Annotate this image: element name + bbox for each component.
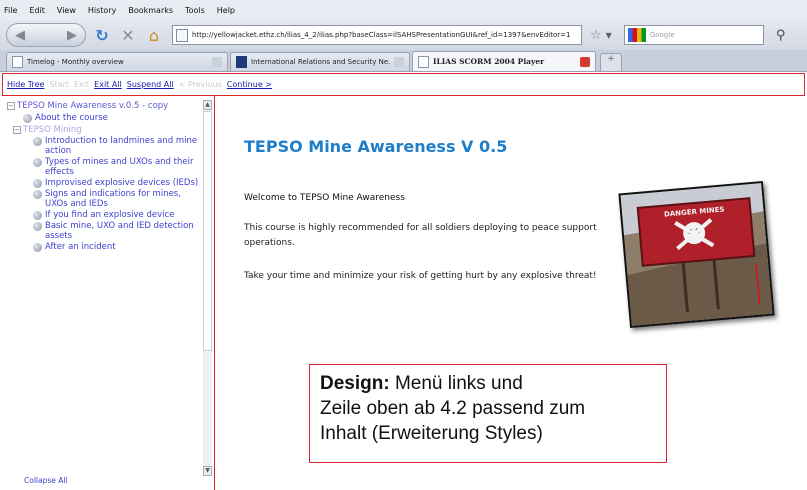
stop-icon[interactable]: ✕	[118, 26, 138, 45]
exit-all-link[interactable]: Exit All	[94, 80, 122, 89]
scroll-down-icon[interactable]: ▼	[203, 466, 212, 476]
search-placeholder: Google	[649, 31, 675, 39]
tab-timelog[interactable]: Timelog - Monthly overview	[6, 52, 228, 71]
start-link: Start	[49, 80, 69, 89]
collapse-all-link[interactable]: Collapse All	[24, 476, 68, 485]
back-arrow-icon[interactable]: ◀	[15, 28, 25, 43]
back-forward-group: ◀ ▶	[6, 23, 86, 47]
tab-page-icon	[12, 56, 23, 68]
menu-bookmarks[interactable]: Bookmarks	[128, 6, 173, 15]
google-logo-icon[interactable]	[627, 28, 646, 42]
tab-ilias-scorm[interactable]: ILIAS SCORM 2004 Player	[412, 51, 596, 71]
tree-item[interactable]: Improvised explosive devices (IEDs)	[7, 178, 202, 188]
tab-page-icon	[418, 55, 429, 68]
scroll-thumb[interactable]	[203, 111, 212, 351]
minefield-photo: DANGER MINES	[618, 180, 775, 329]
previous-link: < Previous	[178, 80, 222, 89]
url-bar[interactable]: http://yellowjacket.ethz.ch/ilias_4_2/il…	[172, 25, 582, 45]
tree-item[interactable]: After an incident	[7, 242, 202, 252]
menu-history[interactable]: History	[88, 6, 116, 15]
annotation-line-2: Zeile oben ab 4.2 passend zum	[320, 398, 586, 419]
sco-status-icon	[23, 114, 32, 123]
browser-menubar: File Edit View History Bookmarks Tools H…	[0, 0, 807, 20]
close-icon[interactable]	[394, 57, 404, 67]
tab-label: International Relations and Security Ne.…	[251, 58, 390, 66]
warning-paragraph: Take your time and minimize your risk of…	[244, 271, 597, 281]
course-tree: − TEPSO Mine Awareness v.0.5 - copy Abou…	[7, 101, 202, 252]
annotation-line-3: Inhalt (Erweiterung Styles)	[320, 423, 543, 444]
search-icon[interactable]: ⚲	[776, 28, 786, 43]
exit-link: Exit	[74, 80, 90, 89]
close-icon[interactable]	[580, 56, 590, 67]
page-icon	[176, 28, 188, 42]
annotation-label: Design:	[320, 373, 390, 394]
collapse-toggle-icon[interactable]: −	[7, 102, 15, 110]
tree-item[interactable]: Basic mine, UXO and IED detection assets	[7, 221, 202, 241]
intro-paragraph: This course is highly recommended for al…	[244, 223, 597, 248]
tree-item[interactable]: Signs and indications for mines, UXOs an…	[7, 189, 202, 209]
course-tree-pane: − TEPSO Mine Awareness v.0.5 - copy Abou…	[2, 96, 215, 490]
sco-status-icon	[33, 243, 42, 252]
home-icon[interactable]: ⌂	[144, 26, 164, 45]
menu-view[interactable]: View	[57, 6, 76, 15]
sco-status-icon	[33, 137, 42, 146]
reload-icon[interactable]: ↻	[92, 26, 112, 45]
tab-bar: Timelog - Monthly overview International…	[0, 50, 807, 72]
tree-item[interactable]: Types of mines and UXOs and their effect…	[7, 157, 202, 177]
page-title: TEPSO Mine Awareness V 0.5	[244, 137, 508, 156]
menu-help[interactable]: Help	[217, 6, 235, 15]
tab-international-relations[interactable]: International Relations and Security Ne.…	[230, 52, 410, 71]
menu-edit[interactable]: Edit	[29, 6, 45, 15]
annotation-text-1: Menü links und	[389, 373, 523, 394]
menu-tools[interactable]: Tools	[185, 6, 205, 15]
design-annotation-box: Design: Menü links und Zeile oben ab 4.2…	[309, 364, 667, 463]
suspend-all-link[interactable]: Suspend All	[127, 80, 174, 89]
tree-root[interactable]: − TEPSO Mine Awareness v.0.5 - copy	[7, 101, 202, 111]
scorm-control-bar: Hide Tree Start Exit Exit All Suspend Al…	[2, 73, 805, 96]
tree-folder[interactable]: − TEPSO Mining	[7, 125, 202, 135]
hide-tree-link[interactable]: Hide Tree	[7, 80, 44, 89]
welcome-heading: Welcome to TEPSO Mine Awareness	[244, 193, 405, 203]
tree-item-about[interactable]: About the course	[7, 113, 202, 123]
tree-scrollbar[interactable]: ▲ ▼	[203, 100, 212, 476]
menu-file[interactable]: File	[4, 6, 17, 15]
sco-status-icon	[33, 190, 42, 199]
bookmark-star-icon[interactable]: ☆	[590, 28, 602, 43]
tree-item[interactable]: Introduction to landmines and mine actio…	[7, 136, 202, 156]
navigation-toolbar: ◀ ▶ ↻ ✕ ⌂ http://yellowjacket.ethz.ch/il…	[0, 20, 807, 50]
danger-mines-sign-image: DANGER MINES	[620, 182, 775, 329]
forward-arrow-icon[interactable]: ▶	[67, 28, 77, 43]
sco-status-icon	[33, 222, 42, 231]
collapse-toggle-icon[interactable]: −	[13, 126, 21, 134]
tree-item[interactable]: If you find an explosive device	[7, 210, 202, 220]
sco-status-icon	[33, 179, 42, 188]
annotation-line-1: Design: Menü links und	[320, 371, 656, 396]
sco-status-icon	[33, 211, 42, 220]
url-text[interactable]: http://yellowjacket.ethz.ch/ilias_4_2/il…	[192, 31, 570, 39]
close-icon[interactable]	[212, 57, 222, 67]
tab-label: ILIAS SCORM 2004 Player	[433, 57, 545, 66]
new-tab-button[interactable]: +	[600, 53, 622, 71]
continue-link[interactable]: Continue >	[227, 80, 272, 89]
search-box[interactable]: Google	[623, 25, 764, 45]
scroll-up-icon[interactable]: ▲	[203, 100, 212, 110]
url-dropdown-icon[interactable]: ▼	[606, 31, 612, 40]
tab-label: Timelog - Monthly overview	[27, 58, 124, 66]
tab-site-icon	[236, 56, 247, 68]
sco-status-icon	[33, 158, 42, 167]
